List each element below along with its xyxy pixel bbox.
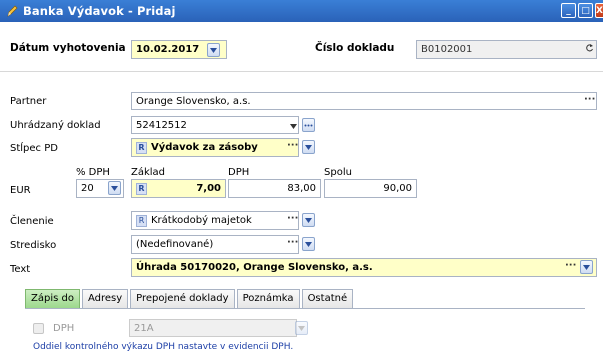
column-value: Výdavok za zásoby [151,142,258,153]
record-badge-icon: R [136,214,147,227]
dph-select[interactable]: 21A [129,319,297,337]
column-ellipsis-icon[interactable]: ··· [287,140,298,151]
total-input[interactable]: 90,00 [324,179,417,198]
chevron-down-icon [111,185,118,191]
window-title: Banka Výdavok - Pridaj [23,4,176,18]
center-input[interactable]: (Nedefinované) [131,235,299,254]
column-input[interactable]: R Výdavok za zásoby [131,138,299,157]
maximize-button[interactable]: □ [578,3,593,18]
minimize-button[interactable]: _ [561,3,576,18]
center-label: Stredisko [10,240,57,251]
chevron-down-icon [583,264,590,270]
partner-ellipsis-icon[interactable]: ··· [584,94,595,105]
total-label: Spolu [324,167,352,178]
text-label: Text [10,264,31,275]
document-header: Dátum vyhotovenia 10.02.2017 Číslo dokla… [0,22,603,72]
dph-dropdown-button[interactable] [295,321,308,335]
chevron-down-icon [210,47,217,53]
base-input[interactable]: R 7,00 [131,179,226,198]
dph-note: Oddiel kontrolného výkazu DPH nastavte v… [33,342,294,352]
vat-label: DPH [228,167,250,178]
refresh-icon[interactable] [585,43,594,56]
division-ellipsis-icon[interactable]: ··· [287,213,298,224]
column-label: Stĺpec PD [10,143,58,154]
partner-input[interactable]: Orange Slovensko, a.s. [131,92,597,110]
paid-doc-more-button[interactable] [302,118,315,132]
partner-label: Partner [10,96,47,107]
center-dropdown-button[interactable] [302,237,315,251]
tab-prepojene-doklady[interactable]: Prepojené doklady [130,289,235,308]
tab-zapis-do[interactable]: Zápis do [25,289,80,308]
vat-pct-label: % DPH [76,167,110,178]
tab-ostatne[interactable]: Ostatné [301,289,354,308]
record-badge-icon: R [136,182,147,195]
vat-input[interactable]: 83,00 [228,179,321,198]
date-label: Dátum vyhotovenia [10,42,126,54]
division-value: Krátkodobý majetok [151,215,252,226]
window-titlebar: Banka Výdavok - Pridaj _ □ X [0,0,603,22]
date-dropdown-button[interactable] [207,43,220,57]
chevron-down-icon [298,325,305,331]
dph-checkbox[interactable] [33,323,44,334]
chevron-down-icon [305,144,312,150]
tab-bar: Zápis do Adresy Prepojené doklady Poznám… [25,289,354,308]
paid-doc-label: Uhrádzaný doklad [10,120,101,131]
app-pencil-icon [6,4,18,18]
division-input[interactable]: R Krátkodobý majetok [131,211,299,230]
base-label: Základ [131,167,166,178]
text-ellipsis-icon[interactable]: ··· [565,260,576,271]
dph-label: DPH [53,323,75,334]
close-button[interactable]: X [595,3,603,18]
column-dropdown-button[interactable] [302,140,315,154]
center-ellipsis-icon[interactable]: ··· [287,237,298,248]
text-input[interactable]: Úhrada 50170020, Orange Slovensko, a.s. [131,258,597,277]
record-badge-icon: R [136,141,147,154]
paid-doc-input[interactable]: 52412512 [131,116,299,134]
tab-poznamka[interactable]: Poznámka [236,289,300,308]
docnum-input[interactable]: B0102001 [416,40,597,59]
currency-label: EUR [10,185,31,196]
ellipsis-icon [304,124,313,126]
tab-panel: DPH 21A Oddiel kontrolného výkazu DPH na… [25,308,585,353]
text-dropdown-button[interactable] [580,260,593,274]
paid-doc-caret-icon[interactable] [290,121,297,132]
chevron-down-icon [305,241,312,247]
base-value: 7,00 [196,183,221,194]
tab-adresy[interactable]: Adresy [81,289,129,308]
division-dropdown-button[interactable] [302,213,315,227]
vat-pct-dropdown-button[interactable] [108,181,121,195]
docnum-label: Číslo dokladu [315,42,395,54]
chevron-down-icon [305,217,312,223]
division-label: Členenie [10,216,54,227]
